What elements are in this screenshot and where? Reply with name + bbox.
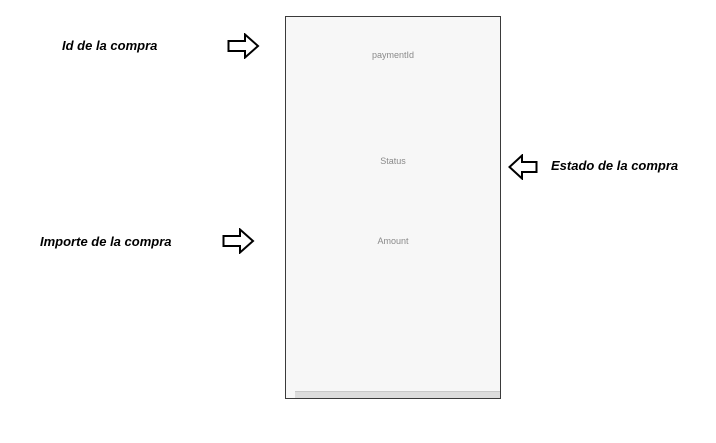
arrow-left-outline-icon bbox=[508, 154, 538, 180]
annotation-payment-id: Id de la compra bbox=[62, 38, 158, 53]
bottom-bar bbox=[295, 391, 500, 398]
annotation-status: Estado de la compra bbox=[551, 158, 679, 173]
status-text: Status bbox=[380, 156, 406, 166]
arrow-right-outline-icon bbox=[227, 33, 260, 59]
annotation-amount: Importe de la compra bbox=[40, 234, 172, 249]
arrow-right-outline-icon bbox=[222, 228, 255, 254]
app-screen: paymentId Status Amount bbox=[285, 16, 501, 399]
payment-id-text: paymentId bbox=[371, 50, 415, 60]
diagram-canvas: Id de la compra Importe de la compra Est… bbox=[0, 0, 716, 443]
amount-text: Amount bbox=[377, 236, 409, 246]
